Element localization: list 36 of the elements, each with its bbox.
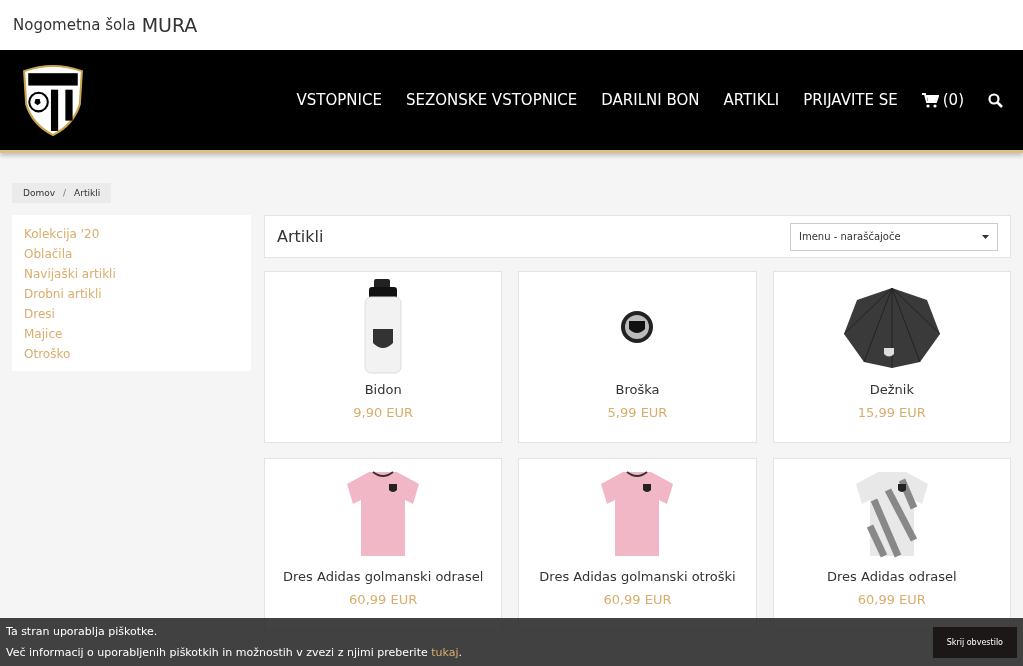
product-price: 5,99 EUR <box>607 405 668 420</box>
page-heading: Artikli <box>277 227 324 246</box>
caret-icon <box>982 234 989 239</box>
product-price: 60,99 EUR <box>603 592 672 607</box>
product-name: Dres Adidas golmanski odrasel <box>283 569 484 584</box>
cookie-info-text: Več informacij o uporabljenih piškotkih in možnostih v zvezi z njimi preberite tukaj. <box>6 646 462 659</box>
nav-link[interactable]: ARTIKLI <box>723 91 780 109</box>
product-price: 60,99 EUR <box>857 592 926 607</box>
product-name: Dres Adidas odrasel <box>827 569 957 584</box>
nav-link[interactable]: DARILNI BON <box>601 91 700 109</box>
badge-pin-drawing <box>620 310 655 344</box>
nav-link[interactable]: SEZONSKE VSTOPNICE <box>405 91 578 109</box>
product-card[interactable]: Dežnik 15,99 EUR <box>772 271 1011 443</box>
product-price: 9,90 EUR <box>353 405 414 420</box>
cookie-text: Ta stran uporablja piškotke. <box>6 625 159 638</box>
breadcrumb-link[interactable]: Domov <box>23 188 56 198</box>
site-title-prefix: Nogometna šola <box>13 16 136 34</box>
cart-link[interactable]: (0) <box>921 91 964 109</box>
product-card[interactable]: Broška 5,99 EUR <box>518 271 757 443</box>
site-title: MURA <box>141 14 198 36</box>
product-name: Dežnik <box>869 382 914 397</box>
breadcrumb-separator: / <box>63 188 67 198</box>
product-name: Dres Adidas golmanski otroški <box>539 569 736 584</box>
cookie-link[interactable]: tukaj <box>431 646 459 659</box>
product-name: Bidon <box>364 382 402 397</box>
breadcrumb-link[interactable]: Artikli <box>74 188 101 198</box>
product-card[interactable]: Bidon 9,90 EUR <box>264 271 503 443</box>
product-price: 60,99 EUR <box>349 592 418 607</box>
cart-icon <box>921 92 939 108</box>
nav-link[interactable]: VSTOPNICE <box>296 91 382 109</box>
product-name: Broška <box>615 382 660 397</box>
product-price: 15,99 EUR <box>857 405 926 420</box>
hide-notice-button[interactable]: Skrij obvestilo <box>932 626 1017 658</box>
search-icon[interactable] <box>988 92 1003 108</box>
sort-dropdown[interactable]: Imenu - naraščajoče <box>790 222 998 251</box>
nav-link[interactable]: PRIJAVITE SE <box>803 91 898 109</box>
